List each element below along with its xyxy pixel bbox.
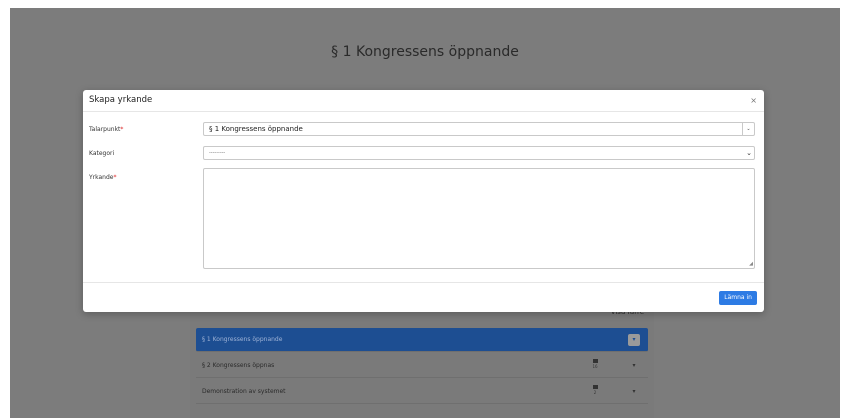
- agenda-list: § 1 Kongressens öppnande ▾ § 2 Kongresse…: [196, 328, 648, 406]
- chevron-down-icon[interactable]: ▾: [628, 386, 640, 398]
- submit-button[interactable]: Lämna in: [719, 291, 757, 305]
- speaker-count: 16: [592, 364, 598, 369]
- resize-handle-icon[interactable]: ◢: [749, 261, 753, 267]
- kategori-select[interactable]: --------- ⌄: [203, 146, 755, 160]
- kategori-value: ---------: [209, 150, 226, 156]
- agenda-item-2[interactable]: § 2 Kongressens öppnas 16 ▾: [196, 354, 648, 378]
- close-icon[interactable]: ×: [750, 96, 757, 105]
- agenda-panel: Visa färre § 1 Kongressens öppnande ▾ § …: [190, 298, 654, 418]
- create-motion-modal: Skapa yrkande × Talarpunkt* § 1 Kongress…: [83, 90, 764, 312]
- agenda-item-3[interactable]: Demonstration av systemet 2 ▾: [196, 380, 648, 404]
- chevron-down-icon[interactable]: ⌄: [746, 147, 752, 159]
- agenda-item-label: § 1 Kongressens öppnande: [202, 336, 283, 343]
- list-icon: [592, 385, 598, 389]
- kategori-label: Kategori: [89, 150, 115, 157]
- chevron-down-icon[interactable]: ⌄: [742, 123, 754, 135]
- yrkande-label-text: Yrkande: [89, 174, 114, 181]
- speaker-count-badge: 16: [590, 359, 600, 370]
- modal-header: Skapa yrkande ×: [83, 90, 764, 112]
- agenda-item-label: § 2 Kongressens öppnas: [202, 362, 275, 369]
- yrkande-textarea[interactable]: ◢: [203, 168, 755, 269]
- page-title: § 1 Kongressens öppnande: [331, 44, 519, 60]
- required-marker: *: [113, 174, 117, 181]
- talarpunkt-label-text: Talarpunkt: [89, 126, 121, 133]
- agenda-item-label: Demonstration av systemet: [202, 388, 286, 395]
- talarpunkt-value: § 1 Kongressens öppnande: [209, 125, 303, 133]
- required-marker: *: [120, 126, 124, 133]
- modal-footer: Lämna in: [83, 282, 764, 312]
- modal-title: Skapa yrkande: [89, 95, 153, 105]
- talarpunkt-label: Talarpunkt*: [89, 126, 123, 133]
- chevron-down-icon[interactable]: ▾: [628, 334, 640, 346]
- yrkande-label: Yrkande*: [89, 174, 116, 181]
- chevron-down-icon[interactable]: ▾: [628, 360, 640, 372]
- talarpunkt-select[interactable]: § 1 Kongressens öppnande ⌄: [203, 122, 755, 136]
- speaker-count: 2: [593, 390, 597, 395]
- speaker-count-badge: 2: [590, 385, 600, 396]
- list-icon: [592, 359, 598, 363]
- agenda-item-1[interactable]: § 1 Kongressens öppnande ▾: [196, 328, 648, 352]
